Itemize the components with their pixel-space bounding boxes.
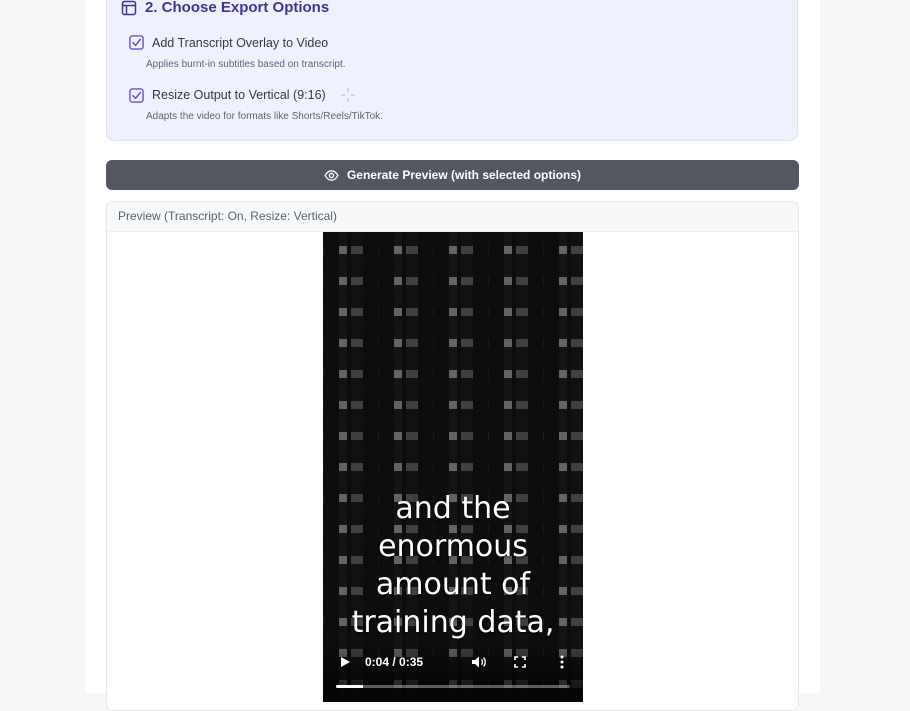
video-caption: and the enormous amount of training data… <box>323 490 583 642</box>
fullscreen-icon[interactable] <box>514 656 526 668</box>
section-title-text: 2. Choose Export Options <box>145 0 330 16</box>
video-time: 0:04 / 0:35 <box>365 655 424 669</box>
generate-preview-label: Generate Preview (with selected options) <box>346 168 582 182</box>
caption-line: enormous <box>378 529 528 564</box>
caption-line: amount of <box>375 567 531 602</box>
option-resize-vertical[interactable]: Resize Output to Vertical (9:16) Adapts … <box>129 87 383 122</box>
layout-icon <box>121 0 137 15</box>
eye-icon <box>324 169 339 181</box>
option-label: Add Transcript Overlay to Video <box>152 35 329 50</box>
video-progress-fill <box>336 685 363 688</box>
play-icon[interactable] <box>339 656 351 668</box>
section-title: 2. Choose Export Options <box>121 0 329 16</box>
loading-spinner-icon <box>340 87 355 103</box>
preview-header: Preview (Transcript: On, Resize: Vertica… <box>107 202 798 232</box>
option-label: Resize Output to Vertical (9:16) <box>152 88 326 102</box>
caption-line: and the <box>395 491 511 526</box>
checkbox-checked-icon[interactable] <box>129 87 144 103</box>
more-options-icon[interactable] <box>559 655 565 669</box>
generate-preview-button[interactable]: Generate Preview (with selected options) <box>106 160 799 190</box>
video-player[interactable]: and the enormous amount of training data… <box>323 232 583 702</box>
caption-line: training data, <box>351 605 555 640</box>
export-options-panel: 2. Choose Export Options Add Transcript … <box>106 0 798 141</box>
preview-panel: Preview (Transcript: On, Resize: Vertica… <box>106 201 799 711</box>
option-hint: Adapts the video for formats like Shorts… <box>146 111 383 122</box>
volume-icon[interactable] <box>471 655 487 669</box>
video-progress-bar[interactable] <box>336 685 570 688</box>
option-transcript-overlay[interactable]: Add Transcript Overlay to Video Applies … <box>129 35 346 70</box>
option-hint: Applies burnt-in subtitles based on tran… <box>146 59 346 70</box>
page: 2. Choose Export Options Add Transcript … <box>86 0 820 711</box>
video-controls: 0:04 / 0:35 <box>323 642 583 702</box>
checkbox-checked-icon[interactable] <box>129 35 144 50</box>
